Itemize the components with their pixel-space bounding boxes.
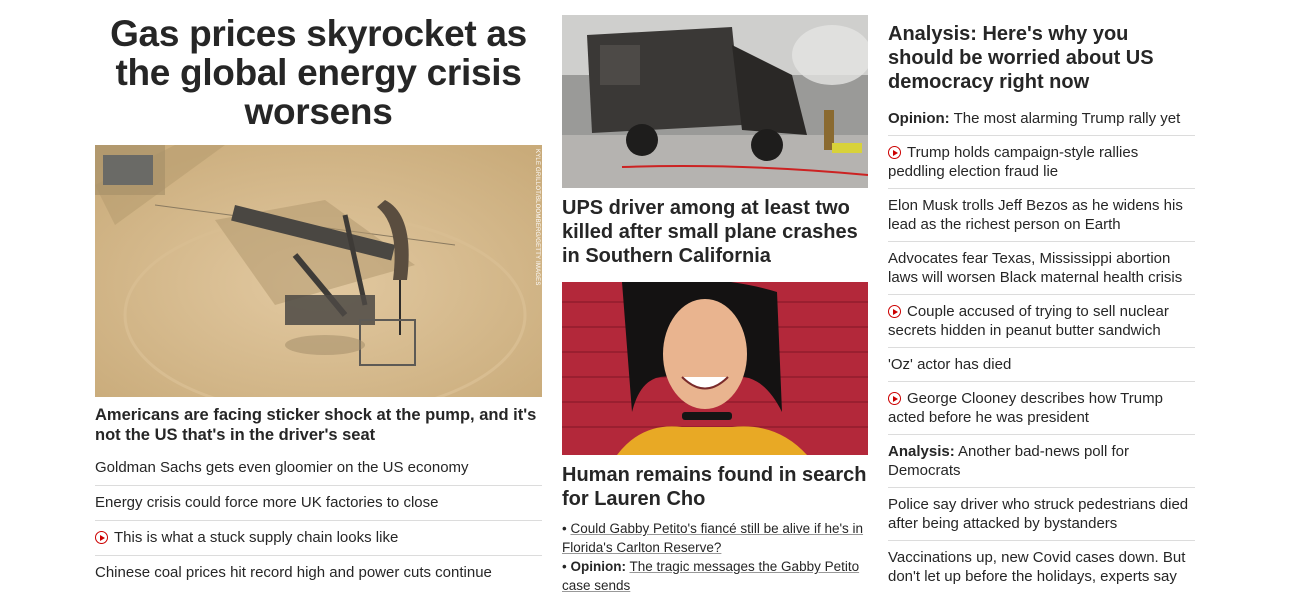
link-label: Analysis: [888, 443, 955, 460]
list-item[interactable]: George Clooney describes how Trump acted… [888, 381, 1195, 434]
link[interactable]: 'Oz' actor has died [888, 356, 1011, 373]
link[interactable]: Vaccinations up, new Covid cases down. B… [888, 549, 1185, 585]
link[interactable]: Couple accused of trying to sell nuclear… [888, 303, 1169, 339]
list-item[interactable]: Chinese coal prices hit record high and … [95, 555, 542, 590]
analysis-headline[interactable]: Analysis: Here's why you should be worri… [888, 22, 1195, 94]
list-item[interactable]: Elon Musk trolls Jeff Bezos as he widens… [888, 188, 1195, 241]
list-item[interactable]: Energy crisis could force more UK factor… [95, 485, 542, 520]
link[interactable]: Could Gabby Petito's fiancé still be ali… [562, 521, 863, 555]
middle-column: UPS driver among at least two killed aft… [562, 0, 868, 595]
play-video-icon [888, 146, 901, 159]
play-video-icon [888, 392, 901, 405]
burned-truck-image[interactable] [562, 15, 868, 188]
lauren-cho-image[interactable] [562, 282, 868, 455]
related-link[interactable]: • Could Gabby Petito's fiancé still be a… [562, 519, 868, 557]
story-headline[interactable]: UPS driver among at least two killed aft… [562, 196, 868, 268]
list-item[interactable]: Analysis: Another bad-news poll for Demo… [888, 434, 1195, 487]
link[interactable]: Police say driver who struck pedestrians… [888, 496, 1188, 532]
link[interactable]: Elon Musk trolls Jeff Bezos as he widens… [888, 197, 1183, 233]
lead-headline[interactable]: Gas prices skyrocket as the global energ… [95, 14, 542, 131]
list-item[interactable]: Police say driver who struck pedestrians… [888, 487, 1195, 540]
link[interactable]: Energy crisis could force more UK factor… [95, 494, 438, 511]
list-item[interactable]: Trump holds campaign-style rallies peddl… [888, 135, 1195, 188]
list-item[interactable]: Goldman Sachs gets even gloomier on the … [95, 451, 542, 485]
link[interactable]: George Clooney describes how Trump acted… [888, 390, 1163, 426]
play-video-icon [95, 531, 108, 544]
link[interactable]: Advocates fear Texas, Mississippi aborti… [888, 250, 1182, 286]
lead-caption[interactable]: Americans are facing sticker shock at th… [95, 405, 542, 445]
link[interactable]: Trump holds campaign-style rallies peddl… [888, 144, 1138, 180]
link[interactable]: This is what a stuck supply chain looks … [114, 529, 398, 546]
related-link[interactable]: • Opinion: The tragic messages the Gabby… [562, 557, 868, 595]
opinion-label: Opinion: [570, 559, 626, 574]
link[interactable]: The most alarming Trump rally yet [954, 110, 1181, 127]
right-column: Analysis: Here's why you should be worri… [888, 0, 1195, 593]
list-item[interactable]: This is what a stuck supply chain looks … [95, 520, 542, 555]
link-label: Opinion: [888, 110, 950, 127]
list-item[interactable]: Couple accused of trying to sell nuclear… [888, 294, 1195, 347]
image-credit: KYLE GRILLOT/BLOOMBERG/GETTY IMAGES [534, 149, 540, 286]
play-video-icon [888, 305, 901, 318]
story-headline[interactable]: Human remains found in search for Lauren… [562, 463, 868, 511]
lead-story-column: Gas prices skyrocket as the global energ… [95, 0, 542, 590]
link[interactable]: Chinese coal prices hit record high and … [95, 564, 492, 581]
oil-pump-image[interactable]: KYLE GRILLOT/BLOOMBERG/GETTY IMAGES [95, 145, 542, 397]
related-links-list: Goldman Sachs gets even gloomier on the … [95, 451, 542, 590]
headline-list: Opinion: The most alarming Trump rally y… [888, 102, 1195, 593]
list-item[interactable]: Advocates fear Texas, Mississippi aborti… [888, 241, 1195, 294]
list-item[interactable]: Opinion: The most alarming Trump rally y… [888, 102, 1195, 135]
list-item[interactable]: Vaccinations up, new Covid cases down. B… [888, 540, 1195, 593]
link[interactable]: Goldman Sachs gets even gloomier on the … [95, 459, 469, 476]
list-item[interactable]: 'Oz' actor has died [888, 347, 1195, 381]
